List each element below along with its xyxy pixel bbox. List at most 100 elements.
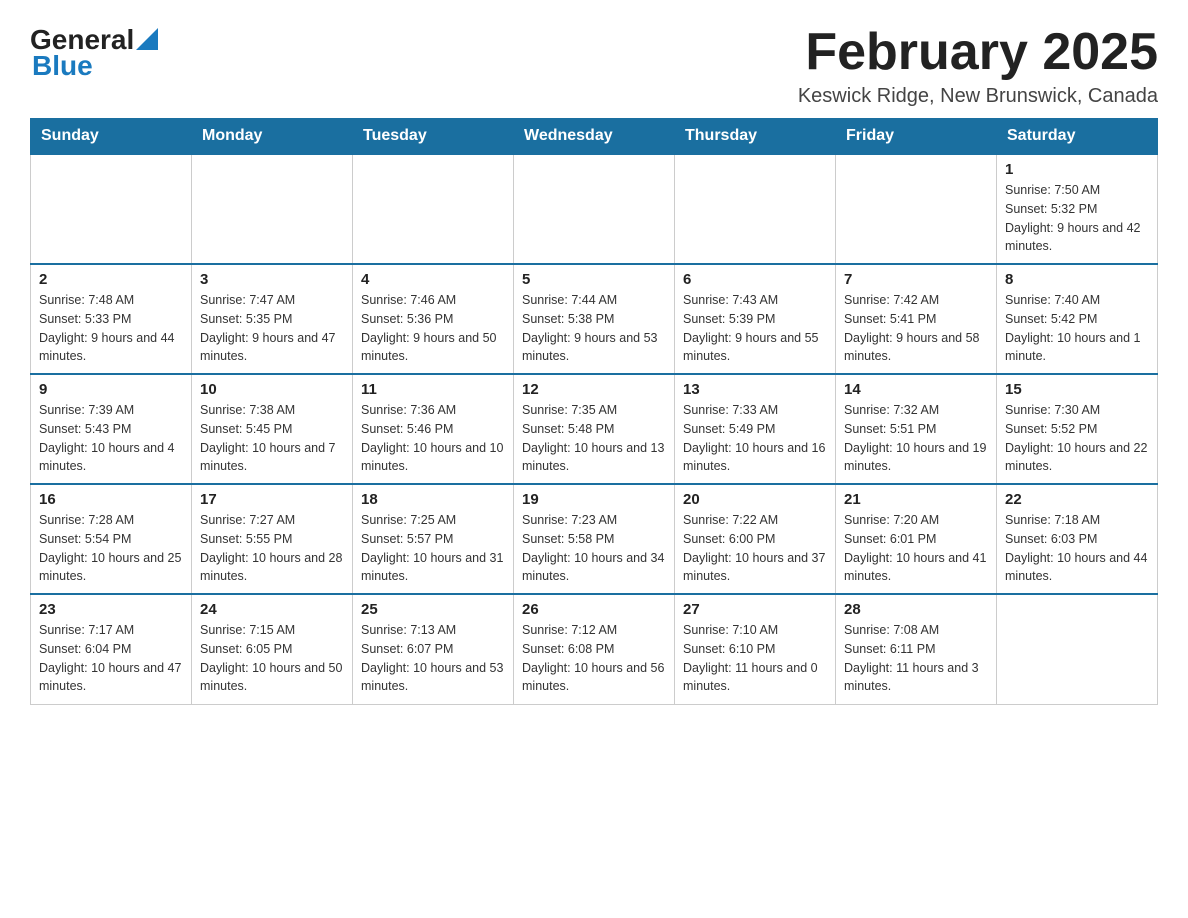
calendar-cell: 23 Sunrise: 7:17 AMSunset: 6:04 PMDayligh… xyxy=(31,594,192,704)
day-number: 5 xyxy=(522,271,666,288)
day-info: Sunrise: 7:30 AMSunset: 5:52 PMDaylight:… xyxy=(1005,401,1149,476)
day-info: Sunrise: 7:33 AMSunset: 5:49 PMDaylight:… xyxy=(683,401,827,476)
calendar-cell xyxy=(31,154,192,264)
calendar-cell: 4 Sunrise: 7:46 AMSunset: 5:36 PMDaylight… xyxy=(353,264,514,374)
location-title: Keswick Ridge, New Brunswick, Canada xyxy=(798,85,1158,108)
logo: General Blue xyxy=(30,24,158,82)
day-number: 27 xyxy=(683,601,827,618)
day-info: Sunrise: 7:50 AMSunset: 5:32 PMDaylight:… xyxy=(1005,181,1149,256)
day-info: Sunrise: 7:13 AMSunset: 6:07 PMDaylight:… xyxy=(361,621,505,696)
month-title: February 2025 xyxy=(798,24,1158,81)
calendar-cell: 7 Sunrise: 7:42 AMSunset: 5:41 PMDaylight… xyxy=(836,264,997,374)
calendar-cell xyxy=(836,154,997,264)
day-info: Sunrise: 7:27 AMSunset: 5:55 PMDaylight:… xyxy=(200,511,344,586)
day-number: 14 xyxy=(844,381,988,398)
day-number: 1 xyxy=(1005,161,1149,178)
calendar-week-row: 16 Sunrise: 7:28 AMSunset: 5:54 PMDayligh… xyxy=(31,484,1158,594)
day-number: 12 xyxy=(522,381,666,398)
calendar-header-monday: Monday xyxy=(192,119,353,155)
day-info: Sunrise: 7:20 AMSunset: 6:01 PMDaylight:… xyxy=(844,511,988,586)
day-number: 23 xyxy=(39,601,183,618)
calendar-week-row: 9 Sunrise: 7:39 AMSunset: 5:43 PMDaylight… xyxy=(31,374,1158,484)
day-number: 20 xyxy=(683,491,827,508)
calendar-header-friday: Friday xyxy=(836,119,997,155)
calendar-cell xyxy=(997,594,1158,704)
calendar-cell: 15Sunrise: 7:30 AMSunset: 5:52 PMDayligh… xyxy=(997,374,1158,484)
calendar-cell: 19 Sunrise: 7:23 AMSunset: 5:58 PMDayligh… xyxy=(514,484,675,594)
day-info: Sunrise: 7:35 AMSunset: 5:48 PMDaylight:… xyxy=(522,401,666,476)
calendar-cell: 6Sunrise: 7:43 AMSunset: 5:39 PMDaylight… xyxy=(675,264,836,374)
calendar-cell: 21 Sunrise: 7:20 AMSunset: 6:01 PMDayligh… xyxy=(836,484,997,594)
day-number: 8 xyxy=(1005,271,1149,288)
calendar-cell xyxy=(675,154,836,264)
calendar-cell: 12 Sunrise: 7:35 AMSunset: 5:48 PMDayligh… xyxy=(514,374,675,484)
calendar-cell: 2Sunrise: 7:48 AMSunset: 5:33 PMDaylight… xyxy=(31,264,192,374)
day-info: Sunrise: 7:44 AMSunset: 5:38 PMDaylight:… xyxy=(522,291,666,366)
day-info: Sunrise: 7:32 AMSunset: 5:51 PMDaylight:… xyxy=(844,401,988,476)
day-number: 10 xyxy=(200,381,344,398)
day-number: 7 xyxy=(844,271,988,288)
day-info: Sunrise: 7:12 AMSunset: 6:08 PMDaylight:… xyxy=(522,621,666,696)
calendar-cell xyxy=(353,154,514,264)
calendar-table: SundayMondayTuesdayWednesdayThursdayFrid… xyxy=(30,118,1158,705)
day-number: 9 xyxy=(39,381,183,398)
day-number: 19 xyxy=(522,491,666,508)
calendar-cell: 11 Sunrise: 7:36 AMSunset: 5:46 PMDayligh… xyxy=(353,374,514,484)
day-info: Sunrise: 7:28 AMSunset: 5:54 PMDaylight:… xyxy=(39,511,183,586)
calendar-cell: 13Sunrise: 7:33 AMSunset: 5:49 PMDayligh… xyxy=(675,374,836,484)
day-info: Sunrise: 7:17 AMSunset: 6:04 PMDaylight:… xyxy=(39,621,183,696)
day-number: 26 xyxy=(522,601,666,618)
calendar-week-row: 1 Sunrise: 7:50 AMSunset: 5:32 PMDaylight… xyxy=(31,154,1158,264)
day-number: 22 xyxy=(1005,491,1149,508)
day-info: Sunrise: 7:42 AMSunset: 5:41 PMDaylight:… xyxy=(844,291,988,366)
logo-blue: Blue xyxy=(32,50,93,82)
calendar-week-row: 2Sunrise: 7:48 AMSunset: 5:33 PMDaylight… xyxy=(31,264,1158,374)
calendar-header-tuesday: Tuesday xyxy=(353,119,514,155)
calendar-cell: 1 Sunrise: 7:50 AMSunset: 5:32 PMDaylight… xyxy=(997,154,1158,264)
calendar-cell: 10 Sunrise: 7:38 AMSunset: 5:45 PMDayligh… xyxy=(192,374,353,484)
calendar-cell: 8 Sunrise: 7:40 AMSunset: 5:42 PMDaylight… xyxy=(997,264,1158,374)
day-number: 28 xyxy=(844,601,988,618)
day-number: 11 xyxy=(361,381,505,398)
calendar-header-wednesday: Wednesday xyxy=(514,119,675,155)
day-info: Sunrise: 7:15 AMSunset: 6:05 PMDaylight:… xyxy=(200,621,344,696)
calendar-cell: 3 Sunrise: 7:47 AMSunset: 5:35 PMDaylight… xyxy=(192,264,353,374)
day-number: 4 xyxy=(361,271,505,288)
calendar-cell: 28Sunrise: 7:08 AMSunset: 6:11 PMDayligh… xyxy=(836,594,997,704)
calendar-cell: 27 Sunrise: 7:10 AMSunset: 6:10 PMDayligh… xyxy=(675,594,836,704)
day-info: Sunrise: 7:46 AMSunset: 5:36 PMDaylight:… xyxy=(361,291,505,366)
calendar-cell: 25Sunrise: 7:13 AMSunset: 6:07 PMDayligh… xyxy=(353,594,514,704)
calendar-cell: 5 Sunrise: 7:44 AMSunset: 5:38 PMDaylight… xyxy=(514,264,675,374)
day-info: Sunrise: 7:40 AMSunset: 5:42 PMDaylight:… xyxy=(1005,291,1149,366)
calendar-cell: 16 Sunrise: 7:28 AMSunset: 5:54 PMDayligh… xyxy=(31,484,192,594)
day-info: Sunrise: 7:10 AMSunset: 6:10 PMDaylight:… xyxy=(683,621,827,696)
calendar-header-thursday: Thursday xyxy=(675,119,836,155)
day-info: Sunrise: 7:18 AMSunset: 6:03 PMDaylight:… xyxy=(1005,511,1149,586)
logo-triangle-icon xyxy=(136,28,158,50)
day-number: 24 xyxy=(200,601,344,618)
day-number: 21 xyxy=(844,491,988,508)
day-info: Sunrise: 7:36 AMSunset: 5:46 PMDaylight:… xyxy=(361,401,505,476)
title-block: February 2025 Keswick Ridge, New Brunswi… xyxy=(798,24,1158,108)
calendar-cell: 22 Sunrise: 7:18 AMSunset: 6:03 PMDayligh… xyxy=(997,484,1158,594)
day-number: 16 xyxy=(39,491,183,508)
day-number: 18 xyxy=(361,491,505,508)
day-info: Sunrise: 7:25 AMSunset: 5:57 PMDaylight:… xyxy=(361,511,505,586)
calendar-week-row: 23 Sunrise: 7:17 AMSunset: 6:04 PMDayligh… xyxy=(31,594,1158,704)
day-number: 3 xyxy=(200,271,344,288)
day-info: Sunrise: 7:38 AMSunset: 5:45 PMDaylight:… xyxy=(200,401,344,476)
calendar-cell: 18 Sunrise: 7:25 AMSunset: 5:57 PMDayligh… xyxy=(353,484,514,594)
calendar-header-row: SundayMondayTuesdayWednesdayThursdayFrid… xyxy=(31,119,1158,155)
calendar-cell: 14 Sunrise: 7:32 AMSunset: 5:51 PMDayligh… xyxy=(836,374,997,484)
calendar-cell: 24 Sunrise: 7:15 AMSunset: 6:05 PMDayligh… xyxy=(192,594,353,704)
day-info: Sunrise: 7:39 AMSunset: 5:43 PMDaylight:… xyxy=(39,401,183,476)
day-info: Sunrise: 7:23 AMSunset: 5:58 PMDaylight:… xyxy=(522,511,666,586)
calendar-cell: 17 Sunrise: 7:27 AMSunset: 5:55 PMDayligh… xyxy=(192,484,353,594)
day-info: Sunrise: 7:47 AMSunset: 5:35 PMDaylight:… xyxy=(200,291,344,366)
day-info: Sunrise: 7:48 AMSunset: 5:33 PMDaylight:… xyxy=(39,291,183,366)
day-number: 17 xyxy=(200,491,344,508)
day-info: Sunrise: 7:22 AMSunset: 6:00 PMDaylight:… xyxy=(683,511,827,586)
calendar-cell: 9 Sunrise: 7:39 AMSunset: 5:43 PMDaylight… xyxy=(31,374,192,484)
page-header: General Blue February 2025 Keswick Ridge… xyxy=(30,24,1158,108)
calendar-cell xyxy=(514,154,675,264)
